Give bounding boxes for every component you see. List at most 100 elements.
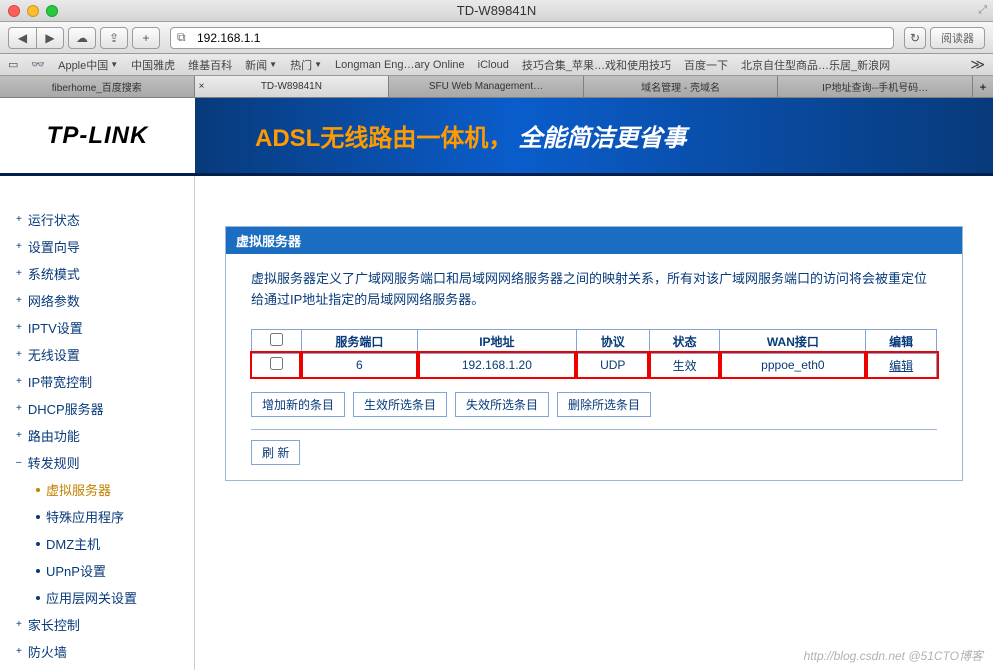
enable-selected-button[interactable]: 生效所选条目 [353,392,447,417]
bookmark-item[interactable]: Apple中国▼ [58,57,118,73]
share-button[interactable]: ⇪ [100,27,128,49]
refresh-button[interactable]: 刷 新 [251,440,300,465]
expand-icon: + [16,322,22,333]
nav-item[interactable]: + DHCP服务器 [10,395,184,422]
table-header: 协议 [576,329,649,353]
add-entry-button[interactable]: 增加新的条目 [251,392,345,417]
reload-button[interactable]: ↻ [904,27,926,49]
nav-item[interactable]: +IP带宽控制 [10,368,184,395]
nav-subitem[interactable]: 应用层网关设置 [10,584,184,611]
select-all-checkbox[interactable] [270,333,283,346]
bookmarks-menu-icon[interactable]: ▭ [8,58,18,71]
nav-label: 设置向导 [28,237,80,256]
table-header: 状态 [649,329,720,353]
expand-icon: + [16,646,22,657]
reader-button[interactable]: 阅读器 [930,27,985,49]
bookmark-item[interactable]: 维基百科 [188,57,232,73]
bullet-icon [36,488,40,492]
main-content: 虚拟服务器 虚拟服务器定义了广域网服务端口和局域网网络服务器之间的映射关系，所有… [195,176,993,670]
nav-item[interactable]: +运行状态 [10,206,184,233]
bookmark-item[interactable]: 新闻▼ [245,57,277,73]
nav-label: 路由功能 [28,426,80,445]
site-icon: ⧉ [177,30,191,45]
browser-tab[interactable]: fiberhome_百度搜索 [0,76,195,97]
tab-label: IP地址查询--手机号码… [822,79,928,94]
nav-item[interactable]: + 路由功能 [10,422,184,449]
nav-sub-label: 特殊应用程序 [46,507,124,526]
mac-titlebar: TD-W89841N ⤢ [0,0,993,22]
back-button[interactable]: ◀ [8,27,36,49]
bookmark-item[interactable]: iCloud [478,57,509,73]
bookmark-item[interactable]: Longman Eng…ary Online [335,57,465,73]
bookmark-item[interactable]: 热门▼ [290,57,322,73]
forward-button[interactable]: ▶ [36,27,64,49]
checkbox-cell [252,353,302,377]
window-title: TD-W89841N [0,3,993,18]
nav-label: IPTV设置 [28,318,83,337]
expand-icon: + [16,403,22,414]
nav-item[interactable]: + 系统模式 [10,260,184,287]
nav-label: DHCP服务器 [28,399,104,418]
tab-label: fiberhome_百度搜索 [52,79,142,94]
nav-item[interactable]: –转发规则 [10,449,184,476]
nav-label: 无线设置 [28,345,80,364]
edit-link[interactable]: 编辑 [889,359,913,373]
fullscreen-icon[interactable]: ⤢ [978,4,987,17]
url-bar[interactable]: ⧉ 192.168.1.1 [170,27,894,49]
nav-sub-label: 虚拟服务器 [46,480,111,499]
bookmark-item[interactable]: 北京自住型商品…乐居_新浪网 [741,57,890,73]
bookmark-item[interactable]: 技巧合集_苹果…戏和使用技巧 [522,57,671,73]
nav-sub-label: 应用层网关设置 [46,588,137,607]
nav-item[interactable]: +设置向导 [10,233,184,260]
icloud-tabs-button[interactable]: ☁ [68,27,96,49]
table-header: 服务端口 [301,329,417,353]
add-bookmark-button[interactable]: + [132,27,160,49]
nav-subitem[interactable]: UPnP设置 [10,557,184,584]
bookmarks-overflow-button[interactable]: ≫ [970,56,985,73]
nav-item[interactable]: +网络参数 [10,287,184,314]
bookmark-item[interactable]: 百度一下 [684,57,728,73]
expand-icon: + [16,376,22,387]
expand-icon: + [16,295,22,306]
nav-label: 防火墙 [28,642,67,661]
reading-list-icon[interactable]: 👓 [31,58,45,71]
nav-item[interactable]: +家长控制 [10,611,184,638]
nav-label: 运行状态 [28,210,80,229]
bookmark-item[interactable]: 中国雅虎 [131,57,175,73]
nav-item[interactable]: + 防火墙 [10,638,184,665]
panel-title: 虚拟服务器 [226,227,962,254]
nav-item[interactable]: +IP与MAC绑定 [10,665,184,670]
browser-tab[interactable]: IP地址查询--手机号码… [778,76,973,97]
tplink-logo: TP-LINK [47,122,149,150]
browser-tab[interactable]: ×TD-W89841N [195,76,390,97]
row-checkbox[interactable] [270,357,283,370]
nav-label: 系统模式 [28,264,80,283]
nav-label: 家长控制 [28,615,80,634]
new-tab-button[interactable]: + [973,76,993,97]
nav-sub-label: UPnP设置 [46,561,106,580]
expand-icon: + [16,268,22,279]
table-row: 6192.168.1.20UDP生效pppoe_eth0编辑 [252,353,937,377]
browser-tab[interactable]: SFU Web Management… [389,76,584,97]
nav-subitem[interactable]: 虚拟服务器 [10,476,184,503]
nav-subitem[interactable]: DMZ主机 [10,530,184,557]
bullet-icon [36,542,40,546]
nav-item[interactable]: + IPTV设置 [10,314,184,341]
disable-selected-button[interactable]: 失效所选条目 [455,392,549,417]
nav-label: 转发规则 [28,453,80,472]
nav-item[interactable]: + 无线设置 [10,341,184,368]
data-cell: 6 [301,353,417,377]
expand-icon: + [16,349,22,360]
edit-cell: 编辑 [866,353,937,377]
browser-tab[interactable]: 域名管理 - 壳域名 [584,76,779,97]
tab-label: 域名管理 - 壳域名 [641,79,720,94]
expand-icon: + [16,430,22,441]
nav-subitem[interactable]: 特殊应用程序 [10,503,184,530]
tab-strip: fiberhome_百度搜索 ×TD-W89841NSFU Web Managem… [0,76,993,98]
delete-selected-button[interactable]: 删除所选条目 [557,392,651,417]
table-header: WAN接口 [720,329,866,353]
router-banner: TP-LINK ADSL无线路由一体机，全能简洁更省事 [0,98,993,176]
close-tab-icon[interactable]: × [199,81,205,92]
data-cell: 生效 [649,353,720,377]
banner-slogan-2: 全能简洁更省事 [518,125,686,152]
